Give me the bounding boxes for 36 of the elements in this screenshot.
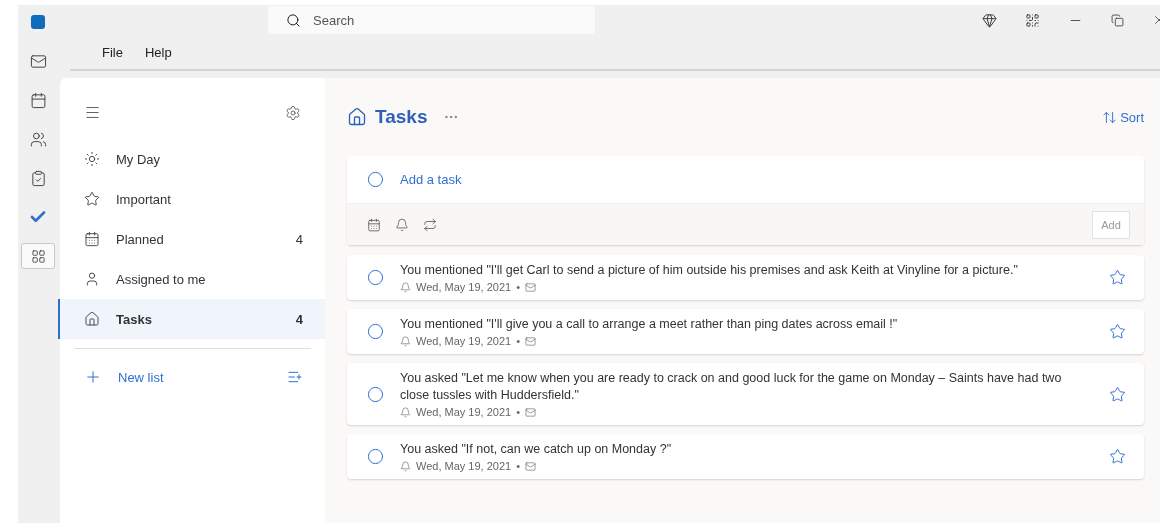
task-date: Wed, May 19, 2021 xyxy=(416,281,512,293)
task-card[interactable]: You asked "Let me know when you are ready to crack on and good luck for the game on Monday – Saints have had two close tussles with Huddersfield." Wed, May 19, 2021 • xyxy=(347,363,1144,425)
sidebar-label: My Day xyxy=(116,151,162,167)
dot-separator: • xyxy=(516,406,521,418)
task-text: You asked "If not, can we catch up on Monday ?" xyxy=(400,441,673,458)
sort-button[interactable]: Sort xyxy=(1102,109,1144,125)
sidebar-label: Tasks xyxy=(116,311,153,327)
task-text: You asked "Let me know when you are ready to crack on and good luck for the game on Monday – Saints have had two close tussles with Huddersfield." xyxy=(400,370,1063,404)
sidebar-label: Assigned to me xyxy=(116,271,207,287)
task-date: Wed, May 19, 2021 xyxy=(416,335,512,347)
menu-item[interactable]: File xyxy=(102,44,123,60)
sidebar-item[interactable]: Tasks 4 xyxy=(58,299,325,339)
sidebar-label: Important xyxy=(116,191,172,207)
sidebar-item[interactable]: My Day xyxy=(58,139,325,179)
task-card[interactable]: You asked "If not, can we catch up on Monday ?" Wed, May 19, 2021 • xyxy=(347,434,1144,479)
sidebar-label: Planned xyxy=(116,231,165,247)
list-title: Tasks xyxy=(375,106,428,128)
sidebar-item[interactable]: Important xyxy=(58,179,325,219)
task-card[interactable]: You mentioned "I'll give you a call to arrange a meet rather than ping dates across email !" Wed, May 19, 2021 • xyxy=(347,309,1144,354)
sidebar-item[interactable]: Planned 4 xyxy=(58,219,325,259)
task-text: You mentioned "I'll get Carl to send a picture of him outside his premises and ask Keith at Vinyline for a picture." xyxy=(400,262,1019,279)
task-text: You mentioned "I'll give you a call to arrange a meet rather than ping dates across email !" xyxy=(400,316,899,333)
task-date: Wed, May 19, 2021 xyxy=(416,406,512,418)
search-bar[interactable]: Search xyxy=(268,6,595,34)
add-task-field[interactable]: Add a task xyxy=(398,171,1144,188)
item-count: 4 xyxy=(295,311,303,327)
dot-separator: • xyxy=(516,460,521,472)
sidebar-item[interactable]: Assigned to me xyxy=(58,259,325,299)
search-field[interactable]: Search xyxy=(311,11,515,29)
dot-separator: • xyxy=(516,335,521,347)
item-count: 4 xyxy=(295,231,303,247)
menu-item[interactable]: Help xyxy=(144,44,172,60)
new-list-button[interactable]: New list xyxy=(60,358,325,396)
task-card[interactable]: You mentioned "I'll get Carl to send a picture of him outside his premises and ask Keith at Vinyline for a picture." Wed, May 19, 2021 • xyxy=(347,255,1144,300)
dot-separator: • xyxy=(516,281,521,293)
task-date: Wed, May 19, 2021 xyxy=(416,460,512,472)
